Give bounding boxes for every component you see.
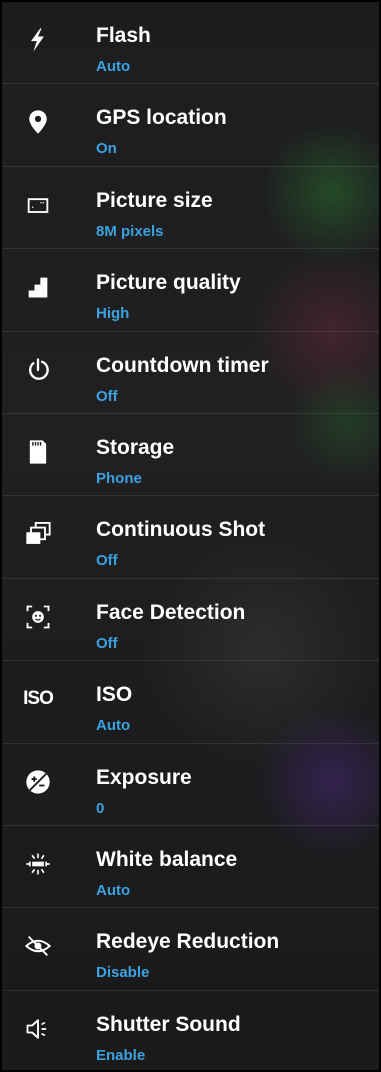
setting-value: Enable [96,1046,146,1064]
shutter-sound-icon [22,1013,54,1045]
setting-value: Auto [96,717,131,735]
setting-value: 0 [96,799,105,817]
camera-settings-panel: Flash Auto GPS location On Picture size … [0,0,381,1072]
setting-value: On [96,140,117,158]
setting-gps-location[interactable]: GPS location On [2,84,379,167]
flash-icon [22,24,54,56]
picture-quality-icon [22,271,54,303]
setting-label: Picture quality [96,271,241,295]
redeye-icon [22,930,54,962]
setting-value: Off [96,634,118,652]
setting-value: High [96,305,130,323]
setting-shutter-sound[interactable]: Shutter Sound Enable [2,991,379,1072]
setting-value: Auto [96,58,131,75]
setting-value: Disable [96,964,150,982]
setting-flash[interactable]: Flash Auto [2,2,379,85]
iso-icon-text: ISO [23,688,54,710]
sd-card-icon [22,436,54,468]
continuous-shot-icon [22,518,54,550]
setting-label: Face Detection [96,600,246,624]
setting-value: Off [96,387,118,405]
setting-label: Redeye Reduction [96,930,280,954]
setting-storage[interactable]: Storage Phone [2,414,379,497]
picture-size-icon [22,189,54,221]
setting-label: White balance [96,847,238,871]
setting-value: Off [96,552,118,570]
white-balance-icon [22,848,54,880]
setting-label: Storage [96,435,175,459]
setting-redeye-reduction[interactable]: Redeye Reduction Disable [2,908,379,991]
setting-countdown-timer[interactable]: Countdown timer Off [2,332,379,414]
setting-face-detection[interactable]: Face Detection Off [2,579,379,662]
setting-label: Countdown timer [96,353,269,377]
setting-label: Exposure [96,765,192,789]
setting-label: Flash [96,24,151,47]
timer-icon [22,354,54,386]
setting-label: Picture size [96,188,213,212]
setting-picture-quality[interactable]: Picture quality High [2,249,379,332]
setting-white-balance[interactable]: White balance Auto [2,826,379,909]
setting-label: GPS location [96,106,227,130]
face-detection-icon [22,601,54,633]
exposure-icon [22,766,54,798]
setting-continuous-shot[interactable]: Continuous Shot Off [2,496,379,579]
setting-label: ISO [96,683,133,707]
setting-value: Phone [96,469,142,487]
location-pin-icon [22,106,54,138]
setting-value: 8M pixels [96,222,164,240]
setting-exposure[interactable]: Exposure 0 [2,744,379,826]
iso-icon: ISO [22,683,54,715]
setting-iso[interactable]: ISO ISO Auto [2,661,379,744]
setting-label: Continuous Shot [96,518,266,542]
setting-value: Auto [96,881,131,899]
setting-label: Shutter Sound [96,1012,241,1036]
setting-picture-size[interactable]: Picture size 8M pixels [2,167,379,250]
